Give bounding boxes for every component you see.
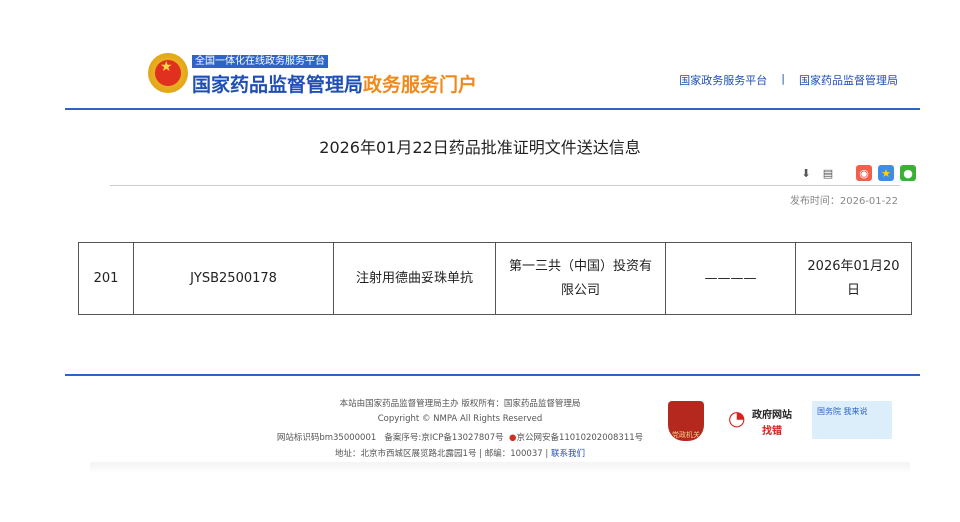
publish-date: 发布时间：2026-01-22 [790,192,898,207]
footer-sponsor: 本站由国家药品监督管理局主办 版权所有：国家药品监督管理局 [339,399,581,409]
logo-main-text: 国家药品监督管理局 [192,74,364,96]
footer-copyright: Copyright © NMPA All Rights Reserved [377,414,543,424]
cell-date: 2026年01月20日 [795,242,912,315]
footer-divider [65,374,920,376]
police-record-link[interactable]: 京公网安备11010202008311号 [516,433,643,443]
weibo-share-icon[interactable]: ◉ [856,165,872,181]
favorite-share-icon[interactable]: ★ [878,165,894,181]
site-id: 网站标识码bm35000001 [276,433,377,443]
address-text: 地址：北京市西城区展览路北露园1号 | 邮编：100037 | [335,449,549,459]
wechat-share-icon[interactable]: ● [900,165,916,181]
footer-shadow [90,462,910,474]
magnifier-icon: ◔ [728,406,746,430]
badge2-bottom-text: 找错 [762,426,782,437]
article-tools: ⬇ ▤ ◉ ★ ● [798,165,916,181]
platform-tagline: 全国一体化在线政务服务平台 [192,55,328,68]
print-icon[interactable]: ▤ [820,165,836,181]
approval-table: 201 JYSB2500178 注射用德曲妥珠单抗 第一三共（中国）投资有限公司… [78,242,912,315]
party-gov-badge[interactable]: 党政机关 [668,401,704,441]
cell-drug-name: 注射用德曲妥珠单抗 [333,242,496,315]
icp-link[interactable]: 备案序号:京ICP备13027807号 [384,433,503,443]
top-links: 国家政务服务平台 | 国家药品监督管理局 [679,72,898,88]
cell-company: 第一三共（中国）投资有限公司 [495,242,666,315]
download-icon[interactable]: ⬇ [798,165,814,181]
gov-site-error-report-badge[interactable]: ◔ 政府网站 找错 [728,404,798,437]
article-title: 2026年01月22日药品批准证明文件送达信息 [319,138,641,157]
table-row: 201 JYSB2500178 注射用德曲妥珠单抗 第一三共（中国）投资有限公司… [78,242,912,315]
link-national-gov-service[interactable]: 国家政务服务平台 [679,72,767,88]
publish-date-value: 2026-01-22 [839,196,898,207]
header-divider [65,108,920,110]
footer-registration: 网站标识码bm35000001 备案序号:京ICP备13027807号 ●京公网… [270,431,650,443]
link-nmpa[interactable]: 国家药品监督管理局 [799,72,898,88]
cell-number: 201 [78,242,134,315]
contact-us-link[interactable]: 联系我们 [551,449,585,459]
logo-accent-text: 政务服务门户 [363,74,478,96]
national-emblem-logo [148,53,188,93]
state-council-feedback-badge[interactable]: 国务院 我来说 [812,401,892,439]
cell-dash: ———— [665,242,796,315]
title-divider [110,185,900,186]
publish-label: 发布时间： [789,196,840,207]
link-separator: | [781,72,785,85]
footer-address: 地址：北京市西城区展览路北露园1号 | 邮编：100037 | 联系我们 [280,447,640,459]
badge2-top-text: 政府网站 [752,410,792,421]
site-logo[interactable]: 国家药品监督管理局政务服务门户 [192,70,477,97]
cell-acceptance-no: JYSB2500178 [133,242,334,315]
